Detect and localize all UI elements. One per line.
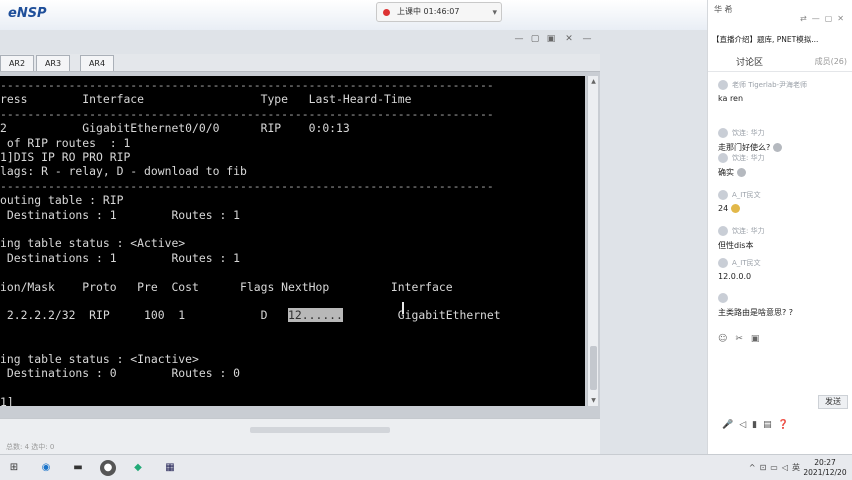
live-controls-icon[interactable]: ▾ <box>492 4 497 22</box>
taskbar-clock[interactable]: 20:27 2021/12/20 <box>802 458 848 478</box>
ensp-status-bar: 总数: 4 选中: 0 <box>0 418 600 454</box>
live-status-text: 上课中 01:46:07 <box>397 7 460 16</box>
terminal-line: ----------------------------------------… <box>0 178 494 193</box>
tab-members[interactable]: 成员(26) <box>815 56 847 67</box>
message-sender: A_IT民文 <box>732 191 761 199</box>
live-chat-panel: 华 希 ⇄—▢✕ 【直播介绍】题库, PNET模拟... 讨论区 成员(26) … <box>707 0 852 454</box>
terminal-line: ing table status : <Active> <box>0 236 186 251</box>
scroll-down-icon[interactable]: ▼ <box>589 397 598 404</box>
message-text: ka ren <box>718 94 744 103</box>
terminal-line: ion/Mask Proto Pre Cost Flags NextHop In… <box>0 279 453 294</box>
course-title[interactable]: 【直播介绍】题库, PNET模拟... <box>712 32 852 48</box>
terminal-line: 1]DIS IP RO PRO RIP <box>0 150 131 164</box>
system-tray[interactable]: ^⊡▭◁英 <box>749 462 804 473</box>
terminal-frame: ----------------------------------------… <box>0 72 600 418</box>
message-text: 走那门好使么? <box>718 143 771 152</box>
terminal-window-buttons: — ▢ ▣ ✕ — <box>510 34 594 48</box>
route-suffix: GigabitEthernet <box>342 308 501 323</box>
clock-date: 2021/12/20 <box>803 468 847 477</box>
close-icon[interactable]: ✕ <box>564 34 574 44</box>
message-text: 但性dis本 <box>718 241 754 250</box>
desktop: eNSP 上课中 01:46:07 ▾ — ▢ ▣ ✕ — AR2 AR3 AR… <box>0 0 852 480</box>
app-icon[interactable]: ◆ <box>130 460 146 476</box>
message-text-row: 走那门好使么? <box>718 142 783 153</box>
tab-ar4[interactable]: AR4 <box>80 55 114 71</box>
terminal-line: 1] <box>0 394 14 406</box>
minimize-icon[interactable]: — <box>582 34 592 44</box>
chat-toolbar[interactable]: ☺✂▣ <box>718 334 767 344</box>
tab-ar3[interactable]: AR3 <box>36 55 70 71</box>
message-text-row: 但性dis本 <box>718 240 753 251</box>
message-text-row: 24 <box>718 204 741 213</box>
avatar <box>718 80 728 90</box>
tab-ar2[interactable]: AR2 <box>0 55 34 71</box>
scroll-up-icon[interactable]: ▲ <box>589 78 598 85</box>
message-sender: 老师 Tigerlab-尹海老师 <box>732 81 808 89</box>
app-avatar-icon[interactable]: ● <box>100 460 116 476</box>
route-prefix: 2.2.2.2/32 RIP 100 1 D <box>0 308 289 323</box>
message-text-row: 主类路由是啥意思? ? <box>718 307 793 318</box>
emoji-icon <box>737 168 746 177</box>
horizontal-scrollbar[interactable] <box>0 425 600 435</box>
windows-taskbar: ⊞ ◉ ▬ ● ◆ ▦ ^⊡▭◁英 20:27 2021/12/20 <box>0 454 852 480</box>
emoji-icon <box>773 143 783 152</box>
terminal-vertical-scrollbar[interactable]: ▲ ▼ <box>587 76 598 406</box>
terminal-line: ----------------------------------------… <box>0 78 494 92</box>
app-logo: eNSP <box>8 6 47 21</box>
avatar <box>718 293 728 303</box>
message-sender: 饮连: 华力 <box>732 227 765 235</box>
restore-icon[interactable]: ▣ <box>546 34 556 44</box>
ensp-taskbar-icon[interactable]: ▦ <box>162 460 178 476</box>
terminal-line: Destinations : 1 Routes : 1 <box>0 207 241 222</box>
terminal-line: Destinations : 1 Routes : 1 <box>0 250 241 265</box>
avatar <box>718 128 728 138</box>
minimize-icon[interactable]: — <box>514 34 524 44</box>
scroll-thumb[interactable] <box>590 346 597 390</box>
maximize-icon[interactable]: ▢ <box>530 34 540 44</box>
terminal-line: of RIP routes : 1 <box>0 135 131 150</box>
windows-start-icon[interactable]: ⊞ <box>6 460 22 476</box>
clock-time: 20:27 <box>814 458 836 467</box>
message-text-row: 确实 <box>718 167 746 178</box>
message-text: 确实 <box>718 168 734 177</box>
message-text: 24 <box>718 204 729 213</box>
avatar <box>718 190 728 200</box>
message-sender: A_IT民文 <box>732 259 761 267</box>
selected-nexthop: 12...... <box>288 308 343 323</box>
chat-tab-bar: 讨论区 成员(26) <box>708 52 852 72</box>
terminal-line: outing table : RIP <box>0 193 124 208</box>
device-count-label: 总数: 4 选中: 0 <box>6 443 55 451</box>
avatar <box>718 258 728 268</box>
tab-discussion[interactable]: 讨论区 <box>736 55 763 68</box>
avatar <box>718 153 728 163</box>
scroll-thumb[interactable] <box>250 427 390 433</box>
chat-header: 华 希 ⇄—▢✕ <box>708 0 852 32</box>
avatar <box>718 226 728 236</box>
message-sender: 饮连: 华力 <box>732 129 765 137</box>
message-text-row: 12.0.0.0 <box>718 272 751 281</box>
terminal-line: ----------------------------------------… <box>0 106 494 121</box>
chat-user: 华 希 <box>714 5 733 14</box>
message-text: 12.0.0.0 <box>718 272 752 281</box>
recording-dot-icon <box>383 9 390 16</box>
message-sender: 饮连: 华力 <box>732 154 765 162</box>
mouse-cursor-icon <box>402 302 404 314</box>
console-terminal[interactable]: ----------------------------------------… <box>0 76 585 406</box>
message-text-row: ka ren <box>718 94 743 103</box>
emoji-icon <box>731 204 741 213</box>
edge-browser-icon[interactable]: ◉ <box>38 460 54 476</box>
terminal-line: lags: R - relay, D - download to fib <box>0 164 247 179</box>
terminal-line: ress Interface Type Last-Heard-Time <box>0 92 412 107</box>
file-explorer-icon[interactable]: ▬ <box>70 460 86 476</box>
route-entry-line: 2.2.2.2/32 RIP 100 1 D 12...... GigabitE… <box>0 308 501 323</box>
chat-window-icons[interactable]: ⇄—▢✕ <box>800 14 849 23</box>
terminal-line: 2 GigabitEthernet0/0/0 RIP 0:0:13 <box>0 121 350 136</box>
terminal-line: Destinations : 0 Routes : 0 <box>0 366 241 380</box>
live-status-bar[interactable]: 上课中 01:46:07 ▾ <box>376 2 502 22</box>
device-tab-bar: AR2 AR3 AR4 <box>0 54 600 72</box>
send-button[interactable]: 发送 <box>818 395 848 409</box>
chat-bottom-toolbar[interactable]: 🎤◁▮▤❓ <box>722 420 795 430</box>
message-text: 主类路由是啥意思? ? <box>718 308 794 317</box>
terminal-line: ing table status : <Inactive> <box>0 351 199 366</box>
